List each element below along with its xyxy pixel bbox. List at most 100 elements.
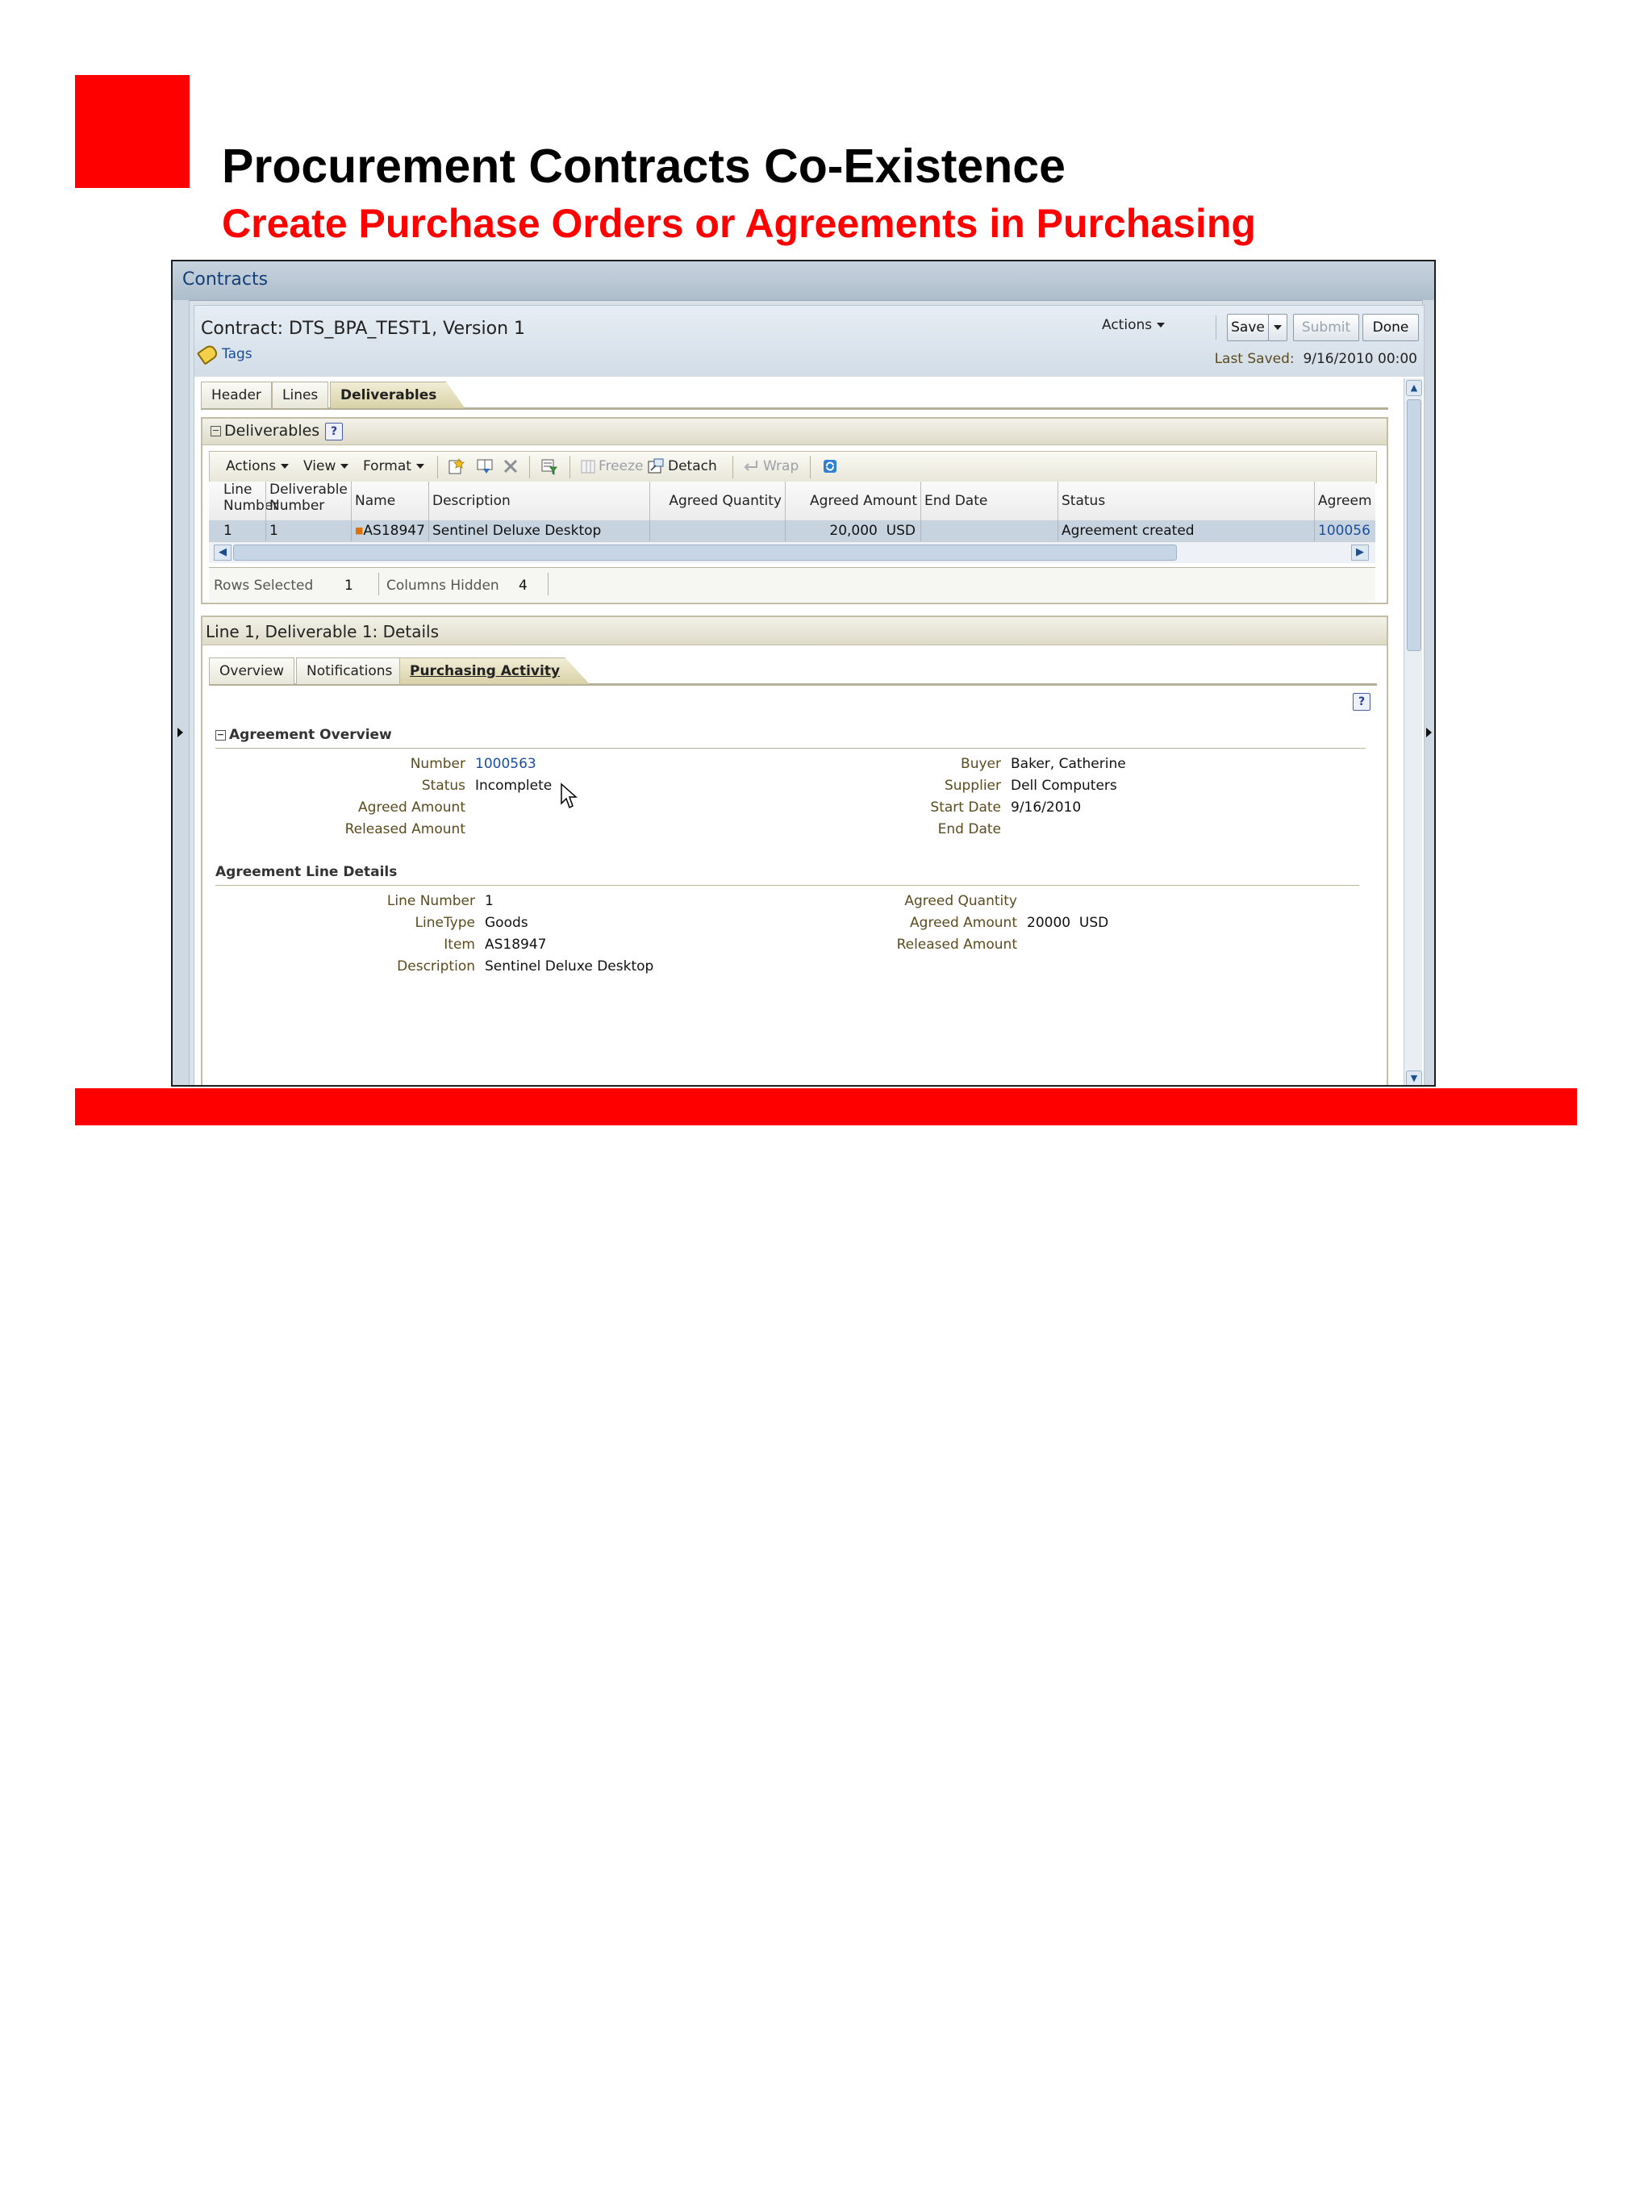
last-saved: Last Saved: 9/16/2010 00:00 [1215,351,1417,367]
line-agreed-amount-currency: USD [1078,915,1109,931]
actions-menu[interactable]: Actions [1102,317,1166,333]
help-icon[interactable]: ? [325,423,343,440]
toolbar-separator [810,456,811,478]
cell-description: Sentinel Deluxe Desktop [428,520,649,541]
save-dropdown-button[interactable] [1268,314,1287,341]
item-value: AS18947 [485,937,547,953]
deliverables-panel: − Deliverables ? Actions View Format Free… [201,417,1388,604]
item-label: Item [444,937,475,953]
create-row-icon[interactable] [447,457,465,475]
start-date-label: Start Date [930,799,1001,816]
save-button[interactable]: Save [1227,314,1269,341]
line-number-value: 1 [485,893,494,909]
toolbar-detach[interactable]: Detach [668,458,717,474]
table-status-bar: Rows Selected 1 Columns Hidden 4 [209,567,1375,602]
agreement-status-label: Status [421,778,465,794]
chevron-down-icon [415,464,424,469]
table-row[interactable]: 1 1 ■AS18947 Sentinel Deluxe Desktop 20,… [209,520,1375,541]
duplicate-row-icon[interactable] [476,457,494,475]
expand-left-icon[interactable] [177,728,183,737]
chevron-down-icon [281,464,290,469]
tab-notifications[interactable]: Notifications [296,657,403,684]
toolbar-actions-label: Actions [226,458,277,474]
cell-agreed-quantity [649,520,785,541]
cell-agreement-link[interactable]: 100056 [1314,520,1375,541]
help-icon[interactable]: ? [1353,693,1370,711]
wrap-icon [744,461,757,471]
column-header-text: Number [269,498,325,514]
cell-name: ■AS18947 [351,520,428,541]
tag-icon [196,343,220,365]
line-number-label: Line Number [386,893,475,909]
cell-agreed-amount: 20,000 USD [785,520,920,541]
deliverables-title[interactable]: − Deliverables [211,422,319,440]
slide-accent-square [75,75,190,188]
line-agreed-amount-label: Agreed Amount [910,915,1017,931]
line-agreed-amount-number: 20000 [1027,915,1071,931]
column-header-status[interactable]: Status [1058,482,1314,520]
left-rail [173,300,190,1085]
contracts-app-window: Contracts Contract: DTS_BPA_TEST1, Versi… [171,260,1436,1087]
oracle-logo-mark: ® [1473,2181,1480,2190]
slide-subtitle: Create Purchase Orders or Agreements in … [222,201,1256,246]
details-tabbar: Overview Notifications Purchasing Activi… [209,657,1377,686]
tab-lines[interactable]: Lines [272,382,329,408]
end-date-label: End Date [937,821,1001,837]
contract-title: Contract: DTS_BPA_TEST1, Version 1 [201,319,526,339]
status-separator [378,573,379,595]
toolbar-format-menu[interactable]: Format [363,458,424,474]
column-header-deliverable-number[interactable]: Deliverable Number [265,482,351,520]
status-separator [548,573,549,595]
tags-link[interactable]: Tags [196,343,252,365]
last-saved-value: 9/16/2010 00:00 [1303,351,1417,367]
tab-overview[interactable]: Overview [209,657,295,684]
agreement-line-details-title: Agreement Line Details [215,864,398,880]
toolbar-freeze: Freeze [599,458,644,474]
toolbar-view-menu[interactable]: View [303,458,349,474]
expand-right-icon[interactable] [1426,728,1432,737]
collapse-icon[interactable]: − [211,426,221,436]
tab-header[interactable]: Header [201,382,272,408]
toolbar-actions-menu[interactable]: Actions [226,458,290,474]
supplier-value: Dell Computers [1011,778,1117,794]
horizontal-scroll-thumb[interactable] [233,545,1177,561]
rows-selected-label: Rows Selected [214,578,314,594]
scroll-up-icon[interactable]: ▲ [1406,380,1422,396]
scroll-down-icon[interactable]: ▼ [1406,1071,1422,1085]
scroll-right-icon[interactable]: ▶ [1351,545,1369,561]
main-vertical-scrollbar[interactable]: ▲ ▼ [1404,378,1422,1085]
column-header-agreed-quantity[interactable]: Agreed Quantity [649,482,785,520]
agreement-number-link[interactable]: 1000563 [475,756,536,772]
released-amount-label: Released Amount [344,821,465,837]
column-header-agreement[interactable]: Agreem [1314,482,1375,520]
app-header: Contracts [173,261,1434,301]
collapse-icon[interactable]: − [215,729,226,741]
table-horizontal-scrollbar[interactable]: ◀ ▶ [209,541,1375,563]
column-header-description[interactable]: Description [428,482,649,520]
refresh-icon[interactable] [821,457,839,475]
column-header-line-number[interactable]: Line Number [220,482,278,520]
cell-line-number: 1 [223,523,232,539]
column-header-text: Deliverable [269,482,348,498]
tab-purchasing-activity[interactable]: Purchasing Activity [399,657,590,684]
line-released-amount-label: Released Amount [896,937,1017,953]
scroll-thumb[interactable] [1407,399,1421,651]
columns-hidden-label: Columns Hidden [386,578,499,594]
detach-icon[interactable] [647,457,665,475]
column-header-end-date[interactable]: End Date [920,482,1058,520]
delete-icon[interactable] [502,457,519,475]
column-header-name[interactable]: Name [351,482,428,520]
line-type-label: LineType [415,915,475,931]
start-date-value: 9/16/2010 [1011,799,1082,816]
scroll-left-icon[interactable]: ◀ [214,545,232,561]
column-header-agreed-amount[interactable]: Agreed Amount [785,482,920,520]
toolbar-separator [569,456,570,478]
line-agreed-quantity-label: Agreed Quantity [904,893,1017,909]
query-by-example-icon[interactable] [540,457,558,475]
tab-deliverables[interactable]: Deliverables [330,382,465,408]
agreement-overview-title[interactable]: − Agreement Overview [215,727,392,743]
contract-header: Contract: DTS_BPA_TEST1, Version 1 Tags … [194,306,1424,377]
done-button[interactable]: Done [1362,314,1419,341]
submit-button[interactable]: Submit [1293,314,1359,341]
agreement-number-label: Number [410,756,465,772]
